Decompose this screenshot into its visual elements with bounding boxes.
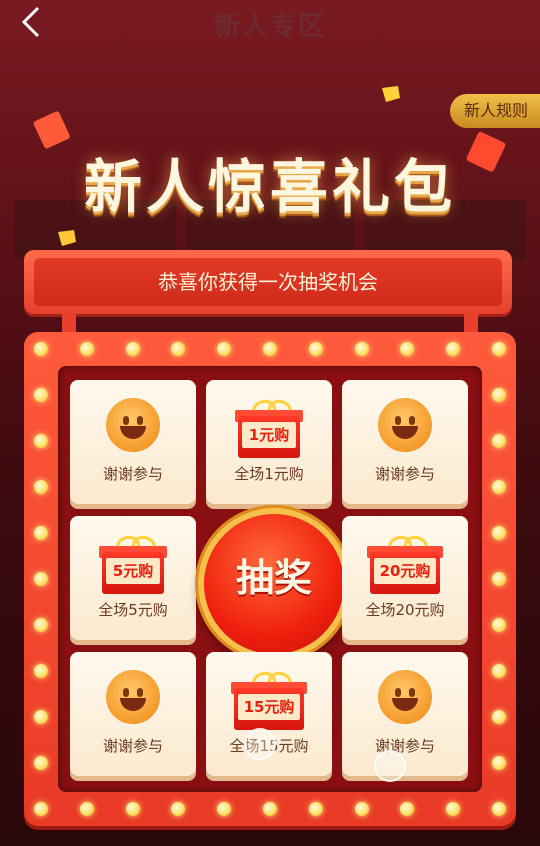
notice-text: 恭喜你获得一次抽奖机会: [34, 258, 502, 306]
marquee-bulb: [492, 572, 506, 586]
smiley-icon: [378, 398, 432, 452]
marquee-bulb: [354, 342, 369, 356]
rules-button[interactable]: 新人规则: [449, 94, 540, 128]
prize-cell: 5元购 全场5元购: [70, 516, 196, 640]
marquee-bulb: [171, 802, 186, 816]
marquee-bulb: [492, 434, 506, 448]
prize-tag: 5元购: [106, 558, 160, 584]
gift-box-icon: 5元购: [99, 533, 167, 594]
marquee-bulb: [492, 618, 506, 632]
smiley-icon: [106, 670, 160, 724]
prize-label: 全场20元购: [365, 601, 445, 619]
marquee-bulb: [34, 756, 48, 770]
marquee-bulb: [34, 618, 48, 632]
marquee-bulb: [34, 526, 48, 540]
prize-cell: 谢谢参与: [342, 652, 468, 776]
marquee-bulb: [171, 342, 186, 356]
marquee-bulb: [34, 388, 48, 402]
page-title: 新人专区: [213, 12, 326, 42]
notice-banner: 恭喜你获得一次抽奖机会: [24, 250, 512, 314]
confetti-decoration: [382, 86, 400, 102]
marquee-bulb: [354, 802, 369, 816]
marquee-bulb: [446, 802, 461, 816]
touch-indicator: [244, 728, 276, 760]
prize-label: 谢谢参与: [102, 465, 163, 483]
prize-label: 谢谢参与: [374, 737, 435, 755]
gift-box-icon: 20元购: [367, 533, 443, 594]
prize-cell: 谢谢参与: [342, 380, 468, 504]
smiley-icon: [106, 398, 160, 452]
prize-tag: 20元购: [374, 558, 436, 584]
marquee-bulb: [79, 342, 94, 356]
marquee-bulb: [492, 802, 506, 816]
prize-label: 全场5元购: [98, 601, 168, 619]
marquee-bulb: [308, 802, 323, 816]
marquee-bulb: [446, 342, 461, 356]
prize-label: 谢谢参与: [374, 465, 435, 483]
gift-box-icon: 15元购: [231, 669, 307, 730]
smiley-icon: [378, 670, 432, 724]
prize-label: 全场1元购: [234, 465, 304, 483]
prize-cell: 15元购 全场15元购: [206, 652, 332, 776]
prize-cell: 谢谢参与: [70, 380, 196, 504]
draw-button[interactable]: 抽奖: [198, 508, 350, 660]
confetti-decoration: [58, 230, 76, 246]
marquee-bulb: [34, 480, 48, 494]
prize-tag: 15元购: [238, 694, 300, 720]
marquee-bulb: [492, 480, 506, 494]
marquee-bulb: [217, 342, 232, 356]
gift-box-icon: 1元购: [235, 397, 303, 458]
marquee-bulb: [34, 710, 48, 724]
prize-cell: 谢谢参与: [70, 652, 196, 776]
marquee-bulb: [492, 526, 506, 540]
marquee-bulb: [125, 802, 140, 816]
marquee-bulb: [34, 664, 48, 678]
marquee-bulb: [492, 756, 506, 770]
hero-title: 新人惊喜礼包: [83, 153, 456, 221]
marquee-bulb: [34, 434, 48, 448]
marquee-bulb: [400, 802, 415, 816]
prize-cell: 1元购 全场1元购: [206, 380, 332, 504]
prize-tag: 1元购: [242, 422, 296, 448]
marquee-bulb: [34, 572, 48, 586]
marquee-bulb: [79, 802, 94, 816]
prize-label: 谢谢参与: [102, 737, 163, 755]
top-bar: 新人专区: [0, 0, 540, 50]
prize-cell: 20元购 全场20元购: [342, 516, 468, 640]
marquee-bulb: [492, 388, 506, 402]
marquee-bulb: [217, 802, 232, 816]
marquee-bulb: [400, 342, 415, 356]
marquee-bulb: [263, 802, 277, 816]
marquee-bulb: [492, 710, 506, 724]
marquee-bulb: [263, 342, 277, 356]
marquee-bulb: [492, 664, 506, 678]
marquee-bulb: [308, 342, 323, 356]
marquee-bulb: [34, 342, 48, 356]
touch-indicator: [374, 750, 406, 782]
marquee-bulb: [125, 342, 140, 356]
marquee-bulb: [492, 342, 506, 356]
marquee-bulb: [34, 802, 48, 816]
